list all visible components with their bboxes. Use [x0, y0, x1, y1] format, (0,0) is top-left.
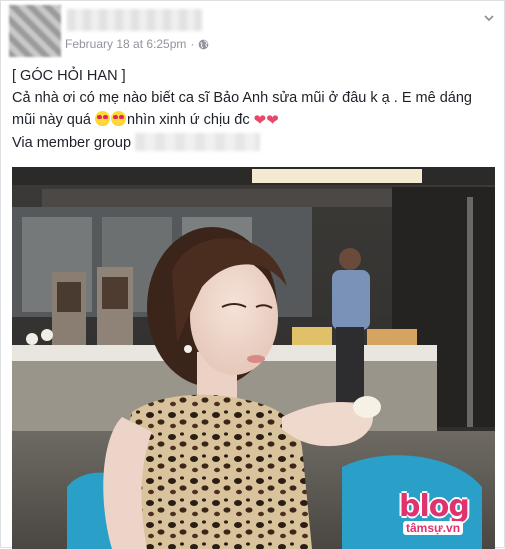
watermark-sub: tâmsự.vn: [403, 521, 464, 535]
post-line-start: mũi này quá: [12, 112, 96, 128]
post-heading: [ GÓC HỎI HAN ]: [12, 68, 126, 84]
post-body: [ GÓC HỎI HAN ] Cả nhà ơi có mẹ nào biết…: [12, 65, 492, 154]
author-name-blurred[interactable]: [67, 9, 202, 31]
via-line: Via member group: [12, 132, 492, 154]
red-heart-emoji: ❤: [266, 112, 279, 129]
post-line-end: nhìn xinh ứ chịu đc: [127, 112, 254, 128]
post-line: Cả nhà ơi có mẹ nào biết ca sĩ Bảo Anh s…: [12, 90, 472, 106]
watermark-main: blog: [399, 489, 470, 524]
meta-separator: ·: [190, 37, 195, 51]
avatar[interactable]: [9, 5, 61, 57]
watermark-logo: blog tâmsự.vn: [399, 489, 481, 541]
post-photo[interactable]: blog tâmsự.vn: [12, 167, 495, 549]
red-heart-emoji: ❤: [253, 112, 267, 129]
via-label: Via member group: [12, 135, 132, 151]
group-name-blurred[interactable]: [135, 133, 261, 151]
post-meta: February 18 at 6:25pm ·: [65, 37, 209, 51]
heart-eyes-emoji: [95, 111, 111, 126]
facebook-post: February 18 at 6:25pm · [ GÓC HỎI HAN ] …: [0, 0, 505, 549]
post-line: mũi này quá nhìn xinh ứ chịu đc ❤❤: [12, 109, 492, 132]
heart-eyes-emoji: [111, 111, 127, 126]
post-timestamp[interactable]: February 18 at 6:25pm: [65, 37, 186, 51]
chevron-down-icon[interactable]: [482, 11, 496, 25]
globe-icon[interactable]: [198, 39, 209, 50]
